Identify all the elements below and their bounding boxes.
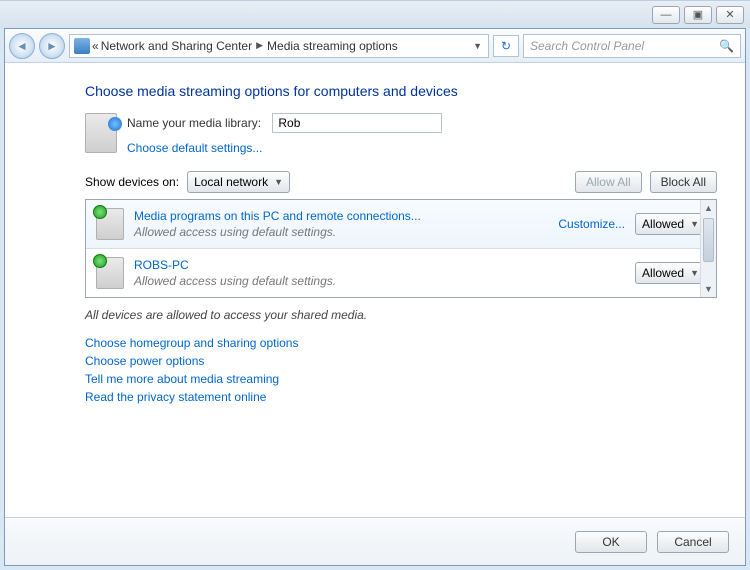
device-filter-row: Show devices on: Local network ▼ Allow A… <box>85 171 717 193</box>
privacy-link[interactable]: Read the privacy statement online <box>85 390 717 404</box>
device-subtext: Allowed access using default settings. <box>134 274 625 288</box>
breadcrumb-item-network[interactable]: Network and Sharing Center <box>101 39 252 53</box>
scroll-down-icon[interactable]: ▼ <box>701 281 716 297</box>
homegroup-link[interactable]: Choose homegroup and sharing options <box>85 336 717 350</box>
control-panel-icon <box>74 38 90 54</box>
window-titlebar: — ▣ ✕ <box>0 0 750 28</box>
device-icon <box>96 257 124 289</box>
search-icon[interactable]: 🔍 <box>719 39 734 53</box>
chevron-down-icon[interactable]: ▼ <box>471 41 484 51</box>
dialog-footer: OK Cancel <box>5 517 745 565</box>
navigation-bar: ◄ ► « Network and Sharing Center ▶ Media… <box>5 29 745 63</box>
chevron-right-icon: ▶ <box>254 40 265 51</box>
scroll-thumb[interactable] <box>703 218 714 262</box>
chevron-down-icon: ▼ <box>274 177 283 187</box>
media-library-row: Name your media library: Choose default … <box>85 113 717 155</box>
library-name-input[interactable] <box>272 113 442 133</box>
breadcrumb-back: « <box>92 39 99 53</box>
minimize-button[interactable]: — <box>652 6 680 24</box>
maximize-button[interactable]: ▣ <box>684 6 712 24</box>
ok-button[interactable]: OK <box>575 531 647 553</box>
learn-more-link[interactable]: Tell me more about media streaming <box>85 372 717 386</box>
breadcrumb-item-media[interactable]: Media streaming options <box>267 39 398 53</box>
permission-value: Allowed <box>642 266 684 280</box>
permission-value: Allowed <box>642 217 684 231</box>
device-icon <box>96 208 124 240</box>
show-devices-value: Local network <box>194 175 268 189</box>
allow-all-button[interactable]: Allow All <box>575 171 642 193</box>
search-input[interactable]: Search Control Panel 🔍 <box>523 34 741 58</box>
permission-select[interactable]: Allowed ▼ <box>635 262 706 284</box>
cancel-button[interactable]: Cancel <box>657 531 729 553</box>
search-placeholder: Search Control Panel <box>530 39 644 53</box>
scroll-up-icon[interactable]: ▲ <box>701 200 716 216</box>
related-links: Choose homegroup and sharing options Cho… <box>85 336 717 404</box>
status-text: All devices are allowed to access your s… <box>85 308 717 322</box>
page-title: Choose media streaming options for compu… <box>85 83 717 99</box>
show-devices-select[interactable]: Local network ▼ <box>187 171 290 193</box>
device-row: Media programs on this PC and remote con… <box>86 200 716 248</box>
control-panel-window: ◄ ► « Network and Sharing Center ▶ Media… <box>4 28 746 566</box>
library-name-label: Name your media library: <box>127 116 261 130</box>
device-row: ROBS-PC Allowed access using default set… <box>86 248 716 297</box>
forward-button[interactable]: ► <box>39 33 65 59</box>
back-button[interactable]: ◄ <box>9 33 35 59</box>
media-library-icon <box>85 113 117 153</box>
choose-defaults-link[interactable]: Choose default settings... <box>127 141 262 155</box>
scrollbar[interactable]: ▲ ▼ <box>700 200 716 297</box>
device-title[interactable]: ROBS-PC <box>134 258 189 272</box>
show-devices-label: Show devices on: <box>85 175 179 189</box>
permission-select[interactable]: Allowed ▼ <box>635 213 706 235</box>
device-subtext: Allowed access using default settings. <box>134 225 548 239</box>
close-button[interactable]: ✕ <box>716 6 744 24</box>
block-all-button[interactable]: Block All <box>650 171 717 193</box>
customize-link[interactable]: Customize... <box>558 217 625 231</box>
device-title[interactable]: Media programs on this PC and remote con… <box>134 209 421 223</box>
refresh-button[interactable]: ↻ <box>493 35 519 57</box>
breadcrumb[interactable]: « Network and Sharing Center ▶ Media str… <box>69 34 489 58</box>
content-area: Choose media streaming options for compu… <box>5 63 745 517</box>
power-options-link[interactable]: Choose power options <box>85 354 717 368</box>
chevron-down-icon: ▼ <box>690 268 699 278</box>
chevron-down-icon: ▼ <box>690 219 699 229</box>
device-list: Media programs on this PC and remote con… <box>85 199 717 298</box>
